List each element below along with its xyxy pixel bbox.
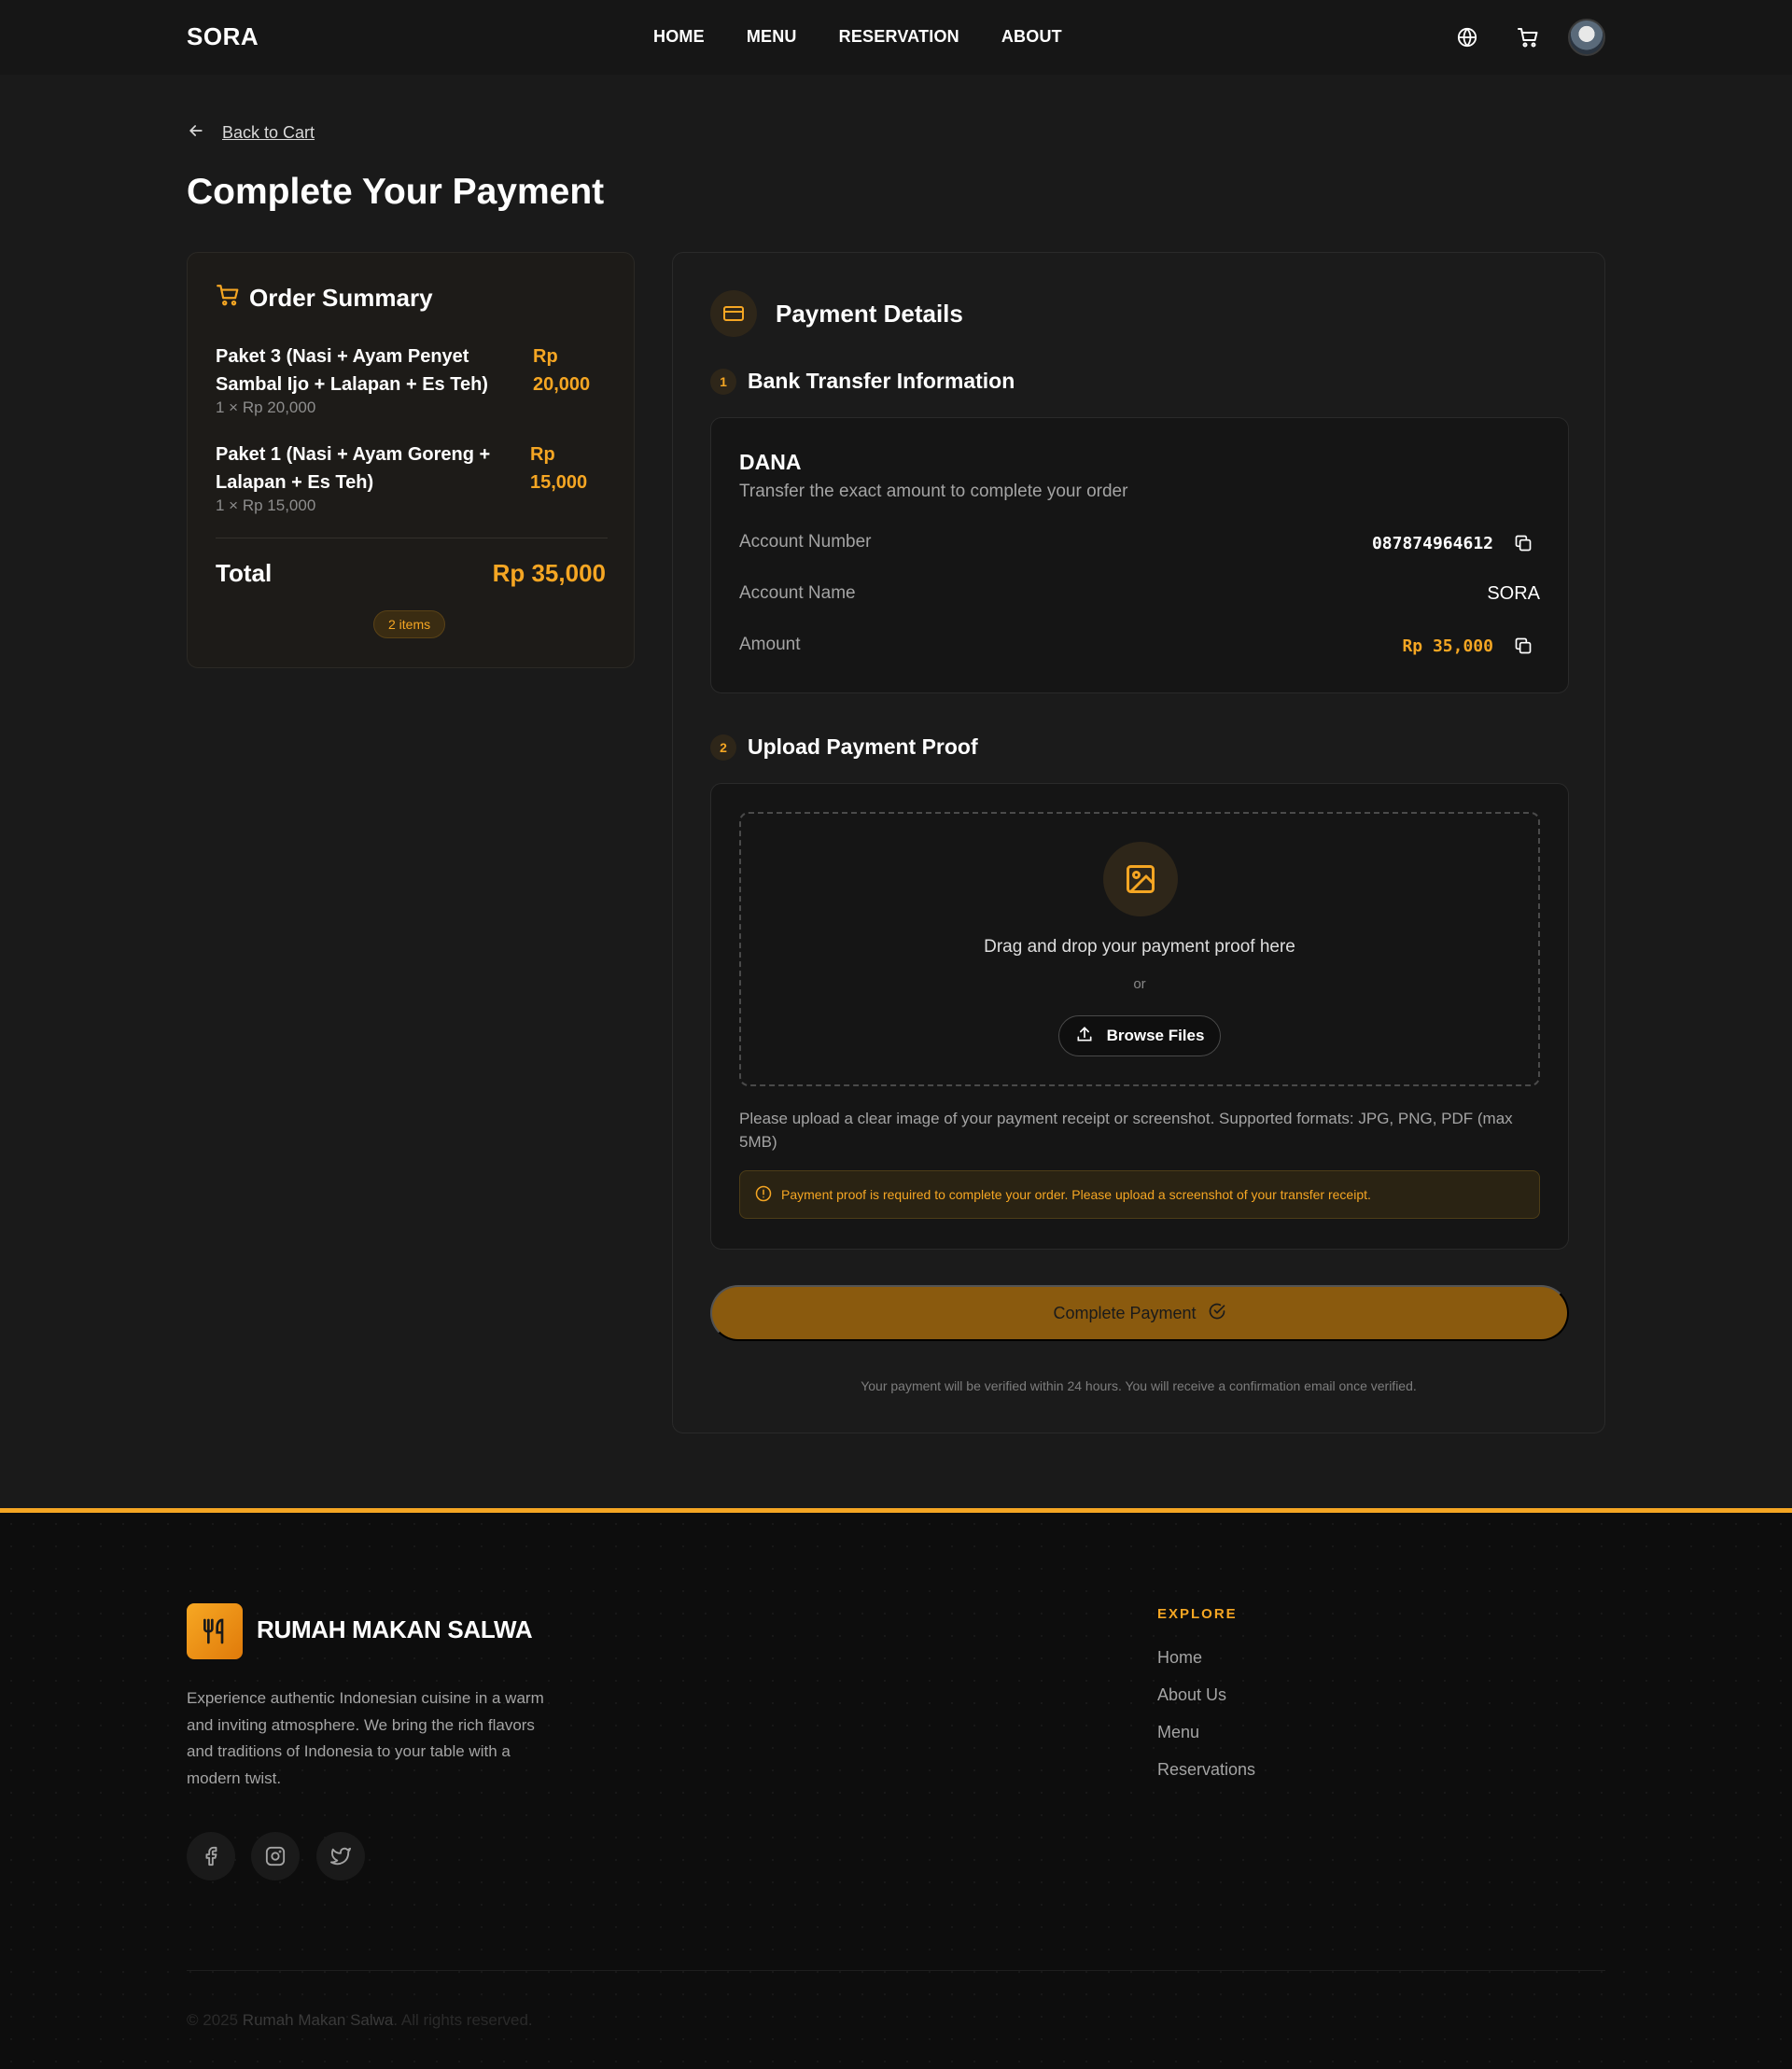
instagram-icon[interactable] [251,1832,300,1880]
payment-details-title: Payment Details [776,300,963,328]
step-badge: 2 [710,734,736,761]
item-qty: 1 × Rp 20,000 [216,398,316,416]
arrow-left-icon [187,121,205,145]
upload-required-alert: Payment proof is required to complete yo… [739,1170,1540,1219]
nav-menu[interactable]: MENU [747,27,797,47]
bank-subtitle: Transfer the exact amount to complete yo… [739,482,1128,501]
copyright: © 2025 Rumah Makan Salwa. All rights res… [187,2011,533,2030]
item-qty: 1 × Rp 15,000 [216,496,316,514]
image-icon [1103,842,1178,916]
footer-divider [187,1970,1605,1971]
browse-files-button[interactable]: Browse Files [1058,1015,1221,1056]
item-price-currency: Rp [530,444,555,465]
item-price: Rp 20,000 [533,343,590,398]
copyright-name: Rumah Makan Salwa [242,2011,394,2029]
cart-icon[interactable] [1515,24,1541,50]
upload-icon [1075,1025,1094,1048]
order-summary-title: Order Summary [249,284,433,312]
dropzone[interactable]: Drag and drop your payment proof here or… [739,812,1540,1086]
account-number-value: 087874964612 [1371,534,1493,553]
item-name: Paket 1 (Nasi + Ayam Goreng + Lalapan + … [216,444,491,493]
upload-box: Drag and drop your payment proof here or… [710,783,1569,1250]
item-price: Rp 15,000 [530,440,587,496]
brand-logo[interactable]: SORA [187,22,259,51]
step-title: Upload Payment Proof [748,734,978,759]
alert-circle-icon [755,1185,772,1205]
step-title: Bank Transfer Information [748,369,1015,393]
copyright-prefix: © 2025 [187,2011,243,2029]
footer-description: Experience authentic Indonesian cuisine … [187,1689,544,1787]
browse-files-label: Browse Files [1106,1027,1205,1044]
avatar[interactable] [1568,19,1605,56]
globe-icon[interactable] [1454,24,1480,50]
dropzone-text: Drag and drop your payment proof here [984,937,1295,957]
twitter-icon[interactable] [316,1832,365,1880]
item-name: Paket 3 (Nasi + Ayam Penyet Sambal Ijo +… [216,346,488,395]
total-label: Total [216,559,273,587]
items-count-badge: 2 items [373,610,446,638]
step-badge: 1 [710,369,736,395]
facebook-icon[interactable] [187,1832,235,1880]
item-price-amount: 20,000 [533,374,591,395]
footer: RUMAH MAKAN SALWA Experience authentic I… [0,1513,1792,2069]
page-title: Complete Your Payment [187,172,605,212]
order-summary-card: Order Summary Paket 3 (Nasi + Ayam Penye… [187,252,635,668]
account-name-label: Account Name [739,583,856,603]
footer-link-home[interactable]: Home [1157,1648,1202,1668]
credit-card-icon [710,290,757,337]
copy-icon[interactable] [1512,635,1534,657]
nav-about[interactable]: ABOUT [1001,27,1062,47]
upload-hint: Please upload a clear image of your paym… [739,1110,1513,1151]
complete-payment-label: Complete Payment [1053,1303,1197,1322]
copy-icon[interactable] [1512,532,1534,554]
footer-link-about[interactable]: About Us [1157,1685,1226,1705]
back-label: Back to Cart [222,123,315,142]
footer-brand-name: RUMAH MAKAN SALWA [257,1615,533,1643]
main-nav: HOME MENU RESERVATION ABOUT [653,27,1062,47]
item-price-amount: 15,000 [530,472,588,493]
nav-home[interactable]: HOME [653,27,705,47]
bank-info-box: DANA Transfer the exact amount to comple… [710,417,1569,693]
total-value: Rp 35,000 [492,559,606,587]
dropzone-or: or [1133,976,1146,992]
account-number-label: Account Number [739,532,872,552]
item-price-currency: Rp [533,346,558,367]
complete-payment-button[interactable]: Complete Payment [710,1285,1569,1341]
copyright-suffix: . All rights reserved. [393,2011,533,2029]
amount-value: Rp 35,000 [1402,636,1493,656]
check-circle-icon [1208,1302,1226,1325]
account-name-value: SORA [1487,583,1540,604]
utensils-icon [187,1603,243,1659]
bank-name: DANA [739,450,802,474]
payment-details-card: Payment Details 1 Bank Transfer Informat… [672,252,1605,1433]
amount-label: Amount [739,635,801,654]
verify-note: Your payment will be verified within 24 … [861,1378,1417,1393]
alert-text: Payment proof is required to complete yo… [781,1187,1371,1202]
footer-link-reservations[interactable]: Reservations [1157,1760,1255,1780]
explore-heading: EXPLORE [1157,1606,1238,1622]
footer-link-menu[interactable]: Menu [1157,1723,1199,1742]
cart-icon [216,283,240,314]
nav-reservation[interactable]: RESERVATION [839,27,959,47]
top-navbar: SORA HOME MENU RESERVATION ABOUT [0,0,1792,75]
order-summary-heading: Order Summary [216,283,433,314]
back-to-cart-link[interactable]: Back to Cart [187,121,315,145]
